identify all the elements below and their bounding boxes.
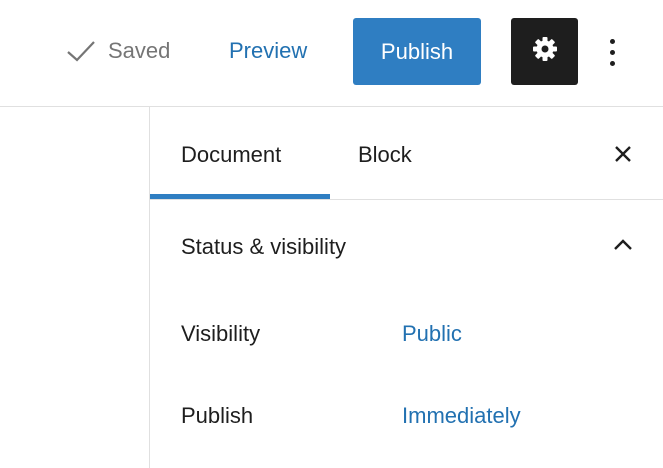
editor-header: Saved Preview Publish bbox=[0, 0, 663, 107]
sidebar-tabs: Document Block bbox=[150, 107, 663, 200]
status-visibility-toggle[interactable]: Status & visibility bbox=[150, 200, 663, 278]
chevron-up-icon bbox=[612, 238, 634, 252]
close-sidebar-button[interactable] bbox=[612, 143, 634, 165]
settings-sidebar: Document Block Status & visibility Visib… bbox=[149, 107, 663, 468]
tab-block[interactable]: Block bbox=[358, 142, 412, 168]
more-options-button[interactable] bbox=[598, 30, 626, 74]
publish-schedule-button[interactable]: Immediately bbox=[402, 403, 521, 429]
preview-button[interactable]: Preview bbox=[229, 38, 307, 64]
settings-button[interactable] bbox=[511, 18, 578, 85]
visibility-value-button[interactable]: Public bbox=[402, 321, 462, 347]
saved-status: Saved bbox=[66, 38, 170, 64]
more-vertical-icon bbox=[609, 38, 615, 44]
section-title: Status & visibility bbox=[181, 234, 347, 259]
visibility-label: Visibility bbox=[181, 321, 261, 346]
saved-label: Saved bbox=[108, 38, 171, 63]
active-tab-indicator bbox=[150, 194, 330, 199]
check-icon bbox=[66, 39, 96, 63]
close-icon bbox=[612, 146, 634, 169]
publish-button[interactable]: Publish bbox=[353, 18, 481, 85]
tab-document[interactable]: Document bbox=[181, 142, 281, 168]
publish-schedule-label: Publish bbox=[181, 403, 254, 428]
gear-icon bbox=[531, 35, 559, 68]
